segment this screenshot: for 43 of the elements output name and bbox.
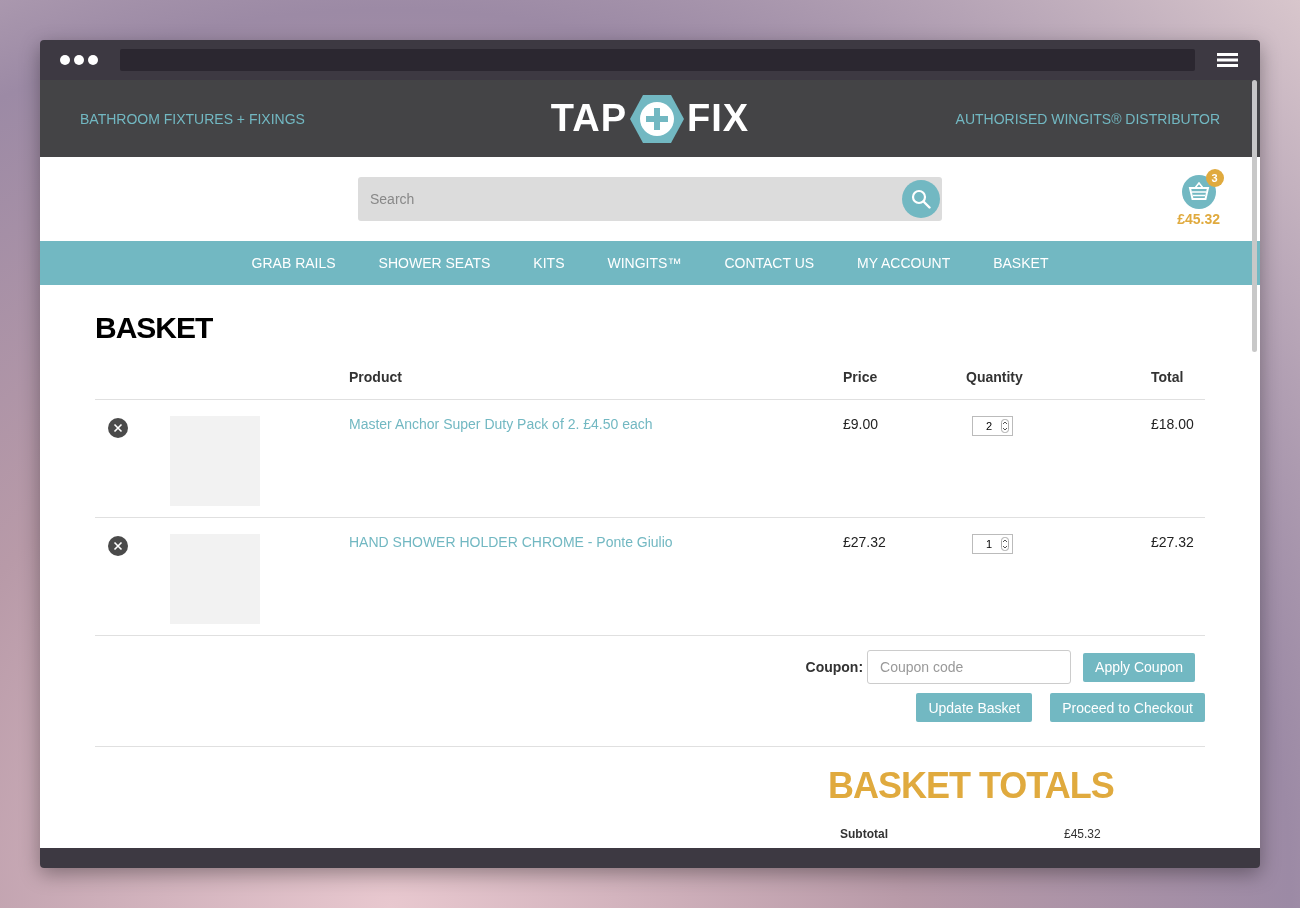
menu-icon[interactable] bbox=[1217, 53, 1238, 67]
distributor-text: AUTHORISED WINGITS® DISTRIBUTOR bbox=[954, 110, 1220, 127]
total-text: £18.00 bbox=[1151, 416, 1195, 434]
spinner-icon[interactable] bbox=[1001, 419, 1009, 433]
product-link[interactable]: Master Anchor Super Duty Pack of 2. £4.50 each bbox=[349, 416, 843, 517]
column-header: Price bbox=[843, 369, 879, 385]
coupon-label: Coupon: bbox=[805, 659, 864, 675]
product-link[interactable]: HAND SHOWER HOLDER CHROME - Ponte Giulio bbox=[349, 534, 843, 635]
action-button[interactable]: Proceed to Checkout bbox=[1050, 693, 1205, 722]
nav-link[interactable]: CONTACT US bbox=[724, 255, 815, 271]
basket-icon[interactable] bbox=[1181, 175, 1216, 209]
scrollbar[interactable] bbox=[1252, 80, 1257, 352]
total-text: £27.32 bbox=[1151, 534, 1195, 552]
nav-link[interactable]: SHOWER SEATS bbox=[378, 255, 491, 271]
cart-total[interactable]: £45.32 bbox=[1177, 211, 1220, 227]
price-text: £27.32 bbox=[843, 534, 887, 552]
search-icon bbox=[911, 189, 931, 209]
nav-link[interactable]: BASKET bbox=[993, 255, 1049, 271]
nav-link[interactable]: KITS bbox=[533, 255, 565, 271]
column-header: Total bbox=[1151, 369, 1185, 385]
logo-text[interactable]: FIX bbox=[687, 97, 750, 140]
tagline: BATHROOM FIXTURES + FIXINGS bbox=[80, 110, 306, 127]
nav-link[interactable]: GRAB RAILS bbox=[251, 255, 336, 271]
subtotal-label: Subtotal bbox=[840, 827, 889, 841]
totals-title: BASKET TOTALS bbox=[828, 765, 1115, 807]
remove-icon[interactable] bbox=[108, 418, 128, 438]
coupon-field[interactable]: Coupon code bbox=[867, 650, 1072, 684]
window-dots-icon bbox=[60, 55, 98, 65]
remove-icon[interactable] bbox=[108, 536, 128, 556]
column-header: Quantity bbox=[966, 369, 1024, 385]
nav-link[interactable]: MY ACCOUNT bbox=[857, 255, 951, 271]
nav-link[interactable]: WINGITS™ bbox=[607, 255, 682, 271]
logo-text[interactable]: TAP bbox=[550, 97, 628, 140]
page-title: BASKET bbox=[95, 311, 214, 345]
search-field[interactable]: Search bbox=[358, 177, 942, 221]
apply-coupon-button[interactable]: Apply Coupon bbox=[1083, 652, 1195, 682]
price-text: £9.00 bbox=[843, 416, 880, 434]
subtotal-value: £45.32 bbox=[1064, 827, 1102, 841]
action-button[interactable]: Update Basket bbox=[916, 693, 1033, 722]
column-header: Product bbox=[349, 369, 403, 385]
spinner-icon[interactable] bbox=[1001, 537, 1009, 551]
cart-count-badge: 3 bbox=[1205, 169, 1224, 187]
hexagon-plus-icon bbox=[629, 93, 686, 144]
